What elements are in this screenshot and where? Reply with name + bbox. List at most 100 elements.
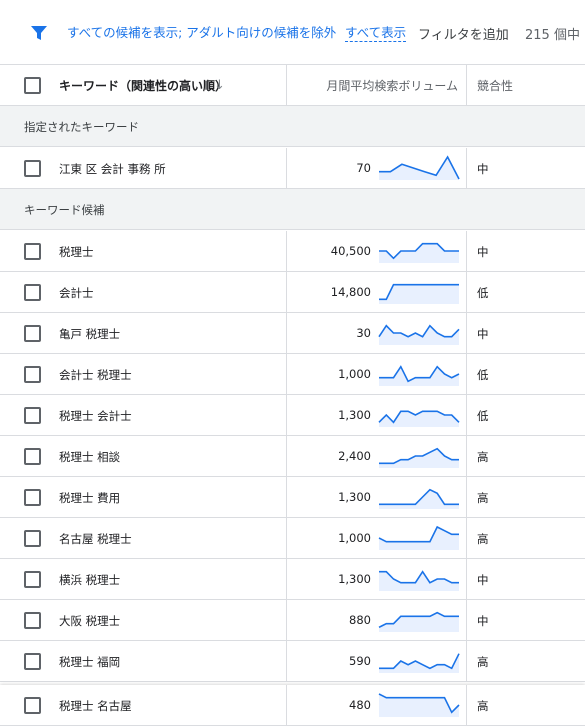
column-divider (286, 231, 287, 271)
trend-sparkline[interactable] (378, 525, 460, 551)
row-checkbox[interactable] (24, 448, 41, 465)
search-volume: 1,300 (338, 490, 371, 504)
competition-level: 高 (477, 491, 489, 505)
sort-arrow-down-icon[interactable]: ↓ (214, 78, 225, 93)
trend-sparkline[interactable] (378, 238, 460, 264)
keyword-text: 会計士 (59, 286, 94, 300)
search-volume: 480 (349, 698, 371, 712)
competition-level: 中 (477, 162, 489, 176)
search-volume: 1,000 (338, 531, 371, 545)
search-volume: 1,300 (338, 408, 371, 422)
trend-sparkline[interactable] (378, 692, 460, 718)
row-checkbox[interactable] (24, 325, 41, 342)
trend-area (379, 157, 459, 180)
table-row[interactable]: 税理士 費用 1,300 高 (0, 477, 585, 518)
row-checkbox[interactable] (24, 653, 41, 670)
column-divider (466, 518, 467, 558)
keyword-text: 横浜 税理士 (59, 573, 121, 587)
table-row[interactable]: 江東 区 会計 事務 所 70 中 (0, 148, 585, 189)
row-checkbox[interactable] (24, 530, 41, 547)
keyword-text: 税理士 名古屋 (59, 699, 132, 713)
row-checkbox[interactable] (24, 489, 41, 506)
trend-sparkline[interactable] (378, 566, 460, 592)
section-title: 指定されたキーワード (24, 120, 139, 134)
column-divider (466, 65, 467, 105)
result-count: 215 個中 (525, 28, 580, 43)
competition-level: 中 (477, 573, 489, 587)
keyword-text: 会計士 税理士 (59, 368, 132, 382)
column-divider (286, 559, 287, 599)
column-header-keyword[interactable]: キーワード（関連性の高い順） (59, 77, 227, 94)
row-checkbox[interactable] (24, 243, 41, 260)
table-row[interactable]: 税理士 会計士 1,300 低 (0, 395, 585, 436)
section-keyword-suggestions: キーワード候補 (0, 189, 585, 230)
competition-level: 中 (477, 245, 489, 259)
row-checkbox[interactable] (24, 697, 41, 714)
column-header-volume[interactable]: 月間平均検索ボリューム (326, 77, 458, 94)
table-row[interactable]: 大阪 税理士 880 中 (0, 600, 585, 641)
search-volume: 1,000 (338, 367, 371, 381)
column-divider (286, 436, 287, 476)
column-divider (286, 477, 287, 517)
trend-sparkline[interactable] (378, 443, 460, 469)
column-divider (466, 559, 467, 599)
table-row[interactable]: 亀戸 税理士 30 中 (0, 313, 585, 354)
search-volume: 1,300 (338, 572, 371, 586)
row-checkbox[interactable] (24, 612, 41, 629)
table-row[interactable]: 税理士 福岡 590 高 (0, 641, 585, 682)
trend-sparkline[interactable] (378, 320, 460, 346)
row-checkbox[interactable] (24, 571, 41, 588)
competition-level: 低 (477, 368, 489, 382)
section-title: キーワード候補 (24, 203, 105, 217)
search-volume: 70 (356, 161, 371, 175)
trend-area (379, 448, 459, 468)
table-row[interactable]: 税理士 40,500 中 (0, 231, 585, 272)
competition-level: 高 (477, 699, 489, 713)
column-divider (466, 436, 467, 476)
table-row[interactable]: 横浜 税理士 1,300 中 (0, 559, 585, 600)
column-divider (466, 313, 467, 353)
search-volume: 14,800 (330, 285, 371, 299)
trend-sparkline[interactable] (378, 402, 460, 428)
filter-icon[interactable] (30, 24, 48, 42)
trend-sparkline[interactable] (378, 648, 460, 674)
search-volume: 880 (349, 613, 371, 627)
add-filter-button[interactable]: フィルタを追加 (418, 24, 509, 43)
column-header-competition[interactable]: 競合性 (477, 77, 513, 94)
column-divider (286, 313, 287, 353)
search-volume: 2,400 (338, 449, 371, 463)
table-header: キーワード（関連性の高い順） ↓ 月間平均検索ボリューム 競合性 (0, 64, 585, 106)
trend-area (379, 284, 459, 304)
column-divider (466, 685, 467, 725)
competition-level: 高 (477, 532, 489, 546)
trend-sparkline[interactable] (378, 484, 460, 510)
table-row[interactable]: 名古屋 税理士 1,000 高 (0, 518, 585, 559)
competition-level: 中 (477, 614, 489, 628)
trend-sparkline[interactable] (378, 607, 460, 633)
select-all-checkbox[interactable] (24, 77, 41, 94)
table-row[interactable]: 税理士 相談 2,400 高 (0, 436, 585, 477)
row-checkbox[interactable] (24, 284, 41, 301)
table-row[interactable]: 会計士 14,800 低 (0, 272, 585, 313)
column-divider (466, 231, 467, 271)
competition-level: 高 (477, 655, 489, 669)
column-divider (466, 148, 467, 188)
row-checkbox[interactable] (24, 407, 41, 424)
filter-description[interactable]: すべての候補を表示; アダルト向けの候補を除外 (67, 25, 336, 41)
table-row[interactable]: 会計士 税理士 1,000 低 (0, 354, 585, 395)
row-checkbox[interactable] (24, 366, 41, 383)
table-row[interactable]: 税理士 名古屋 480 高 (0, 685, 585, 726)
keyword-text: 税理士 費用 (59, 491, 121, 505)
column-divider (286, 148, 287, 188)
trend-area (379, 571, 459, 591)
keyword-text: 大阪 税理士 (59, 614, 121, 628)
column-divider (466, 600, 467, 640)
trend-sparkline[interactable] (378, 279, 460, 305)
trend-sparkline[interactable] (378, 155, 460, 181)
trend-area (379, 489, 459, 509)
keyword-text: 亀戸 税理士 (59, 327, 121, 341)
show-all-link[interactable]: すべて表示 (345, 25, 407, 42)
row-checkbox[interactable] (24, 160, 41, 177)
trend-sparkline[interactable] (378, 361, 460, 387)
keyword-text: 名古屋 税理士 (59, 532, 132, 546)
